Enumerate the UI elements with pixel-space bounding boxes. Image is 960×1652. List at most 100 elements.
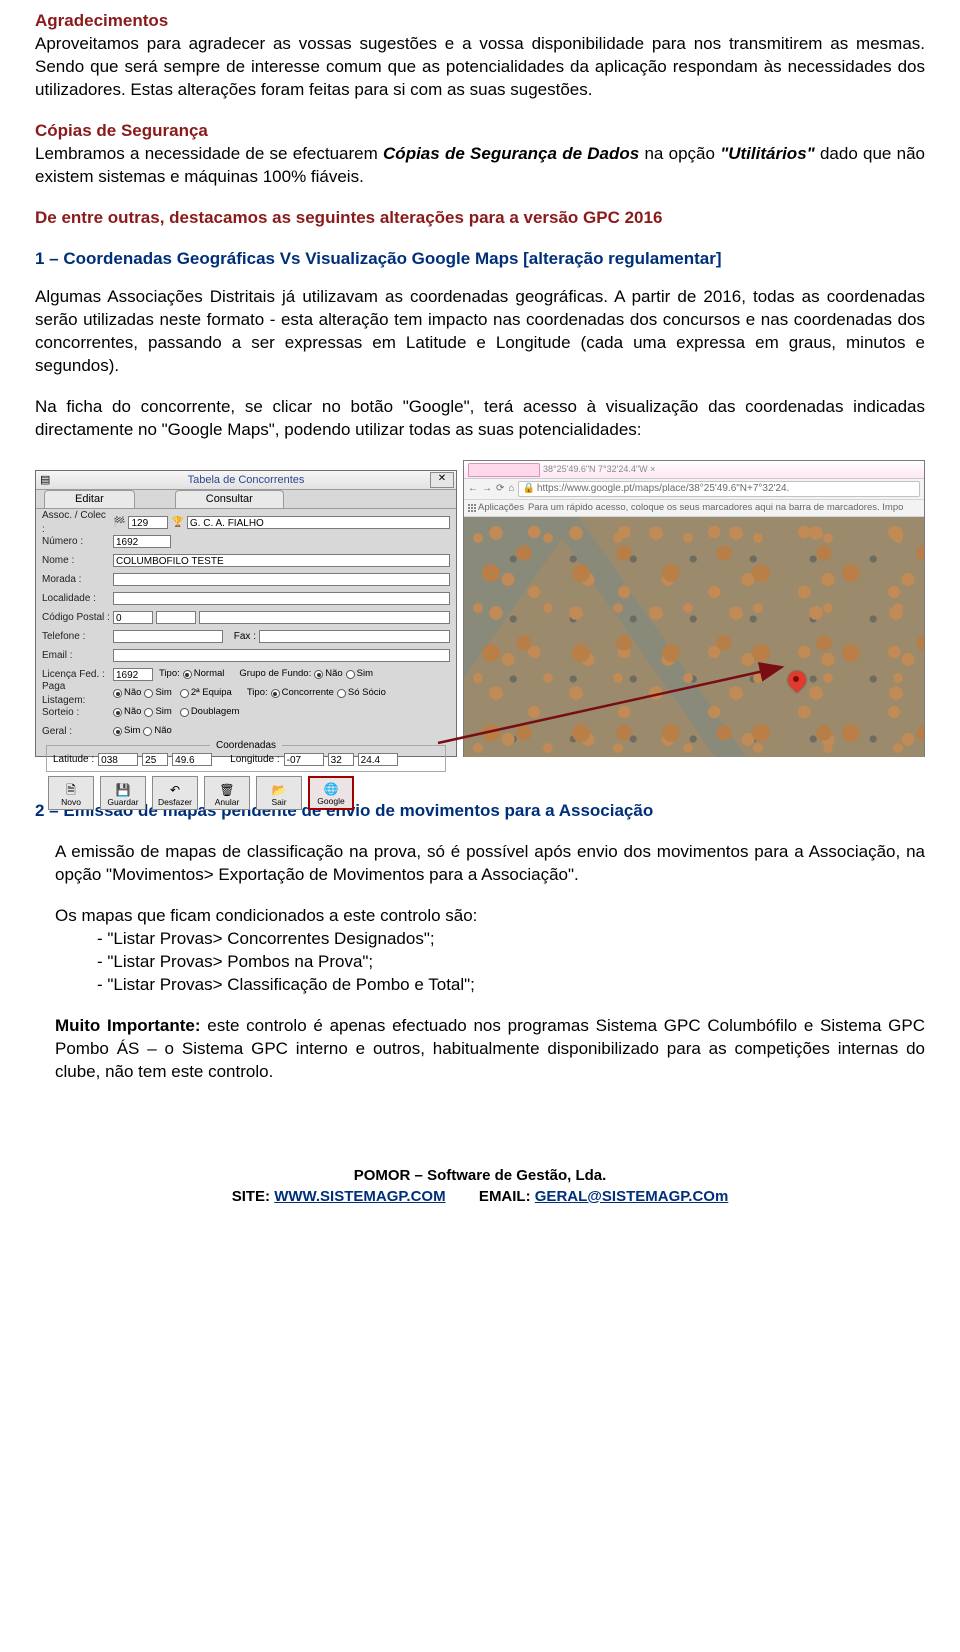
lat-m[interactable]: 25 (142, 753, 168, 766)
grupo-nao-radio[interactable]: Não (314, 668, 342, 681)
grupo-sim-radio[interactable]: Sim (346, 668, 373, 681)
section2-p3: Muito Importante: este controlo é apenas… (55, 1015, 925, 1084)
copias-title: Cópias de Segurança (35, 121, 208, 140)
cp-label: Código Postal : (42, 611, 110, 625)
browser-tabbar: 38°25'49.6"N 7°32'24.4"W × (464, 461, 924, 479)
geral-sim-radio[interactable]: Sim (113, 725, 140, 738)
guardar-button[interactable]: 💾Guardar (100, 776, 146, 810)
novo-button[interactable]: 🗎Novo (48, 776, 94, 810)
geral-nao-radio[interactable]: Não (143, 725, 171, 738)
cp-val[interactable]: 0 (113, 611, 153, 624)
section2-p2: Os mapas que ficam condicionados a este … (55, 905, 925, 928)
t2-concorrente-radio[interactable]: Concorrente (271, 687, 334, 700)
trophy-icon: 🏆 (171, 516, 183, 530)
tipo-normal-radio[interactable]: Normal (183, 668, 225, 681)
apps-button[interactable]: Aplicações (468, 502, 524, 515)
sair-button[interactable]: 📂Sair (256, 776, 302, 810)
toolbar: 🗎Novo 💾Guardar ↶Desfazer 🗑Anular 📂Sair 🌐… (42, 772, 450, 814)
t2-sosocio-radio[interactable]: Só Sócio (337, 687, 386, 700)
exit-icon: 📂 (272, 783, 287, 797)
google-button[interactable]: 🌐Google (308, 776, 354, 810)
nav-home-icon[interactable]: ⌂ (508, 482, 514, 496)
email-label: Email : (42, 649, 110, 663)
section1-heading: 1 – Coordenadas Geográficas Vs Visualiza… (35, 248, 925, 271)
screenshot-composite: ▤ Tabela de Concorrentes ✕ Editar Consul… (35, 460, 925, 770)
sorteio-nao-radio[interactable]: Não (113, 706, 141, 719)
desfazer-button[interactable]: ↶Desfazer (152, 776, 198, 810)
browser-tab[interactable] (468, 463, 540, 477)
tipo-2equipa-radio[interactable]: 2ª Equipa (180, 687, 232, 700)
section2-list: - "Listar Provas> Concorrentes Designado… (97, 928, 925, 997)
anular-button[interactable]: 🗑Anular (204, 776, 250, 810)
trash-icon: 🗑 (219, 783, 234, 797)
copias-text-b: Cópias de Segurança de Dados (383, 144, 639, 163)
tab-editar[interactable]: Editar (44, 490, 135, 508)
lat-label: Latitude : (53, 753, 94, 767)
paga-sim-radio[interactable]: Sim (144, 687, 171, 700)
lic-val[interactable]: 1692 (113, 668, 153, 681)
local-label: Localidade : (42, 592, 110, 606)
footer-email-link[interactable]: GERAL@SISTEMAGP.COm (535, 1188, 729, 1205)
footer-site-link[interactable]: WWW.SISTEMAGP.COM (274, 1188, 445, 1205)
save-icon: 💾 (116, 783, 131, 797)
num-label: Número : (42, 535, 110, 549)
section2-p1: A emissão de mapas de classificação na p… (55, 841, 925, 887)
section1-p1: Algumas Associações Distritais já utiliz… (35, 286, 925, 378)
nav-back-icon[interactable]: ← (468, 482, 478, 496)
nome-val[interactable]: COLUMBOFILO TESTE (113, 554, 450, 567)
browser-window: 38°25'49.6"N 7°32'24.4"W × ← → ⟳ ⌂ 🔒 htt… (463, 460, 925, 757)
footer-contacts: SITE: WWW.SISTEMAGP.COM EMAIL: GERAL@SIS… (0, 1187, 960, 1207)
cp-city[interactable] (199, 611, 450, 624)
list-item: - "Listar Provas> Concorrentes Designado… (97, 928, 925, 951)
form-body: Assoc. / Colec : 🏁 129 🏆 G. C. A. FIALHO… (36, 509, 456, 814)
titlebar: ▤ Tabela de Concorrentes ✕ (36, 471, 456, 490)
fax-label: Fax : (226, 630, 256, 644)
assoc-label: Assoc. / Colec : (42, 509, 110, 536)
section1-p2: Na ficha do concorrente, se clicar no bo… (35, 396, 925, 442)
assoc-val[interactable]: 129 (128, 516, 168, 529)
bookmark-hint: Para um rápido acesso, coloque os seus m… (528, 502, 903, 515)
morada-label: Morada : (42, 573, 110, 587)
sorteio-sim-radio[interactable]: Sim (144, 706, 171, 719)
map-satellite[interactable] (464, 517, 924, 757)
undo-icon: ↶ (170, 783, 180, 797)
list-item: - "Listar Provas> Classificação de Pombo… (97, 974, 925, 997)
apps-grid-icon (468, 504, 476, 512)
coord-frame: Coordenadas Latitude : 038 25 49.6 Longi… (46, 745, 446, 772)
cp-val2[interactable] (156, 611, 196, 624)
nome-label: Nome : (42, 554, 110, 568)
fax-val[interactable] (259, 630, 450, 643)
tab-coord-text: 38°25'49.6"N 7°32'24.4"W × (543, 463, 655, 475)
local-val[interactable] (113, 592, 450, 605)
num-val[interactable]: 1692 (113, 535, 171, 548)
email-val[interactable] (113, 649, 450, 662)
lon-m[interactable]: 32 (328, 753, 354, 766)
footer: POMOR – Software de Gestão, Lda. SITE: W… (0, 1166, 960, 1207)
sorteio-label: Sorteio : (42, 706, 110, 720)
lat-d[interactable]: 038 (98, 753, 138, 766)
nav-reload-icon[interactable]: ⟳ (496, 482, 504, 496)
paga-nao-radio[interactable]: Não (113, 687, 141, 700)
close-icon[interactable]: ✕ (430, 472, 454, 488)
lon-s[interactable]: 24.4 (358, 753, 398, 766)
morada-val[interactable] (113, 573, 450, 586)
assoc-name[interactable]: G. C. A. FIALHO (187, 516, 450, 529)
copias-text-c: na opção (639, 144, 720, 163)
file-icon: 🗎 (66, 783, 76, 797)
tel-val[interactable] (113, 630, 223, 643)
lock-icon: 🔒 (522, 482, 534, 496)
bookmark-bar: Aplicações Para um rápido acesso, coloqu… (464, 500, 924, 517)
window-icon: ▤ (40, 473, 50, 488)
nav-fwd-icon[interactable]: → (482, 482, 492, 496)
copias-text-a: Lembramos a necessidade de se efectuarem (35, 144, 383, 163)
copias-text-d: "Utilitários" (720, 144, 815, 163)
agradecimentos-text: Aproveitamos para agradecer as vossas su… (35, 34, 925, 99)
lat-s[interactable]: 49.6 (172, 753, 212, 766)
address-bar[interactable]: 🔒 https://www.google.pt/maps/place/38°25… (518, 481, 920, 497)
flag-icon: 🏁 (113, 516, 125, 530)
lon-d[interactable]: -07 (284, 753, 324, 766)
tipo-doub-radio[interactable]: Doublagem (180, 706, 240, 719)
tipo2-label: Tipo: (247, 687, 268, 700)
tab-consultar[interactable]: Consultar (175, 490, 284, 508)
map-pin-icon (788, 671, 806, 699)
